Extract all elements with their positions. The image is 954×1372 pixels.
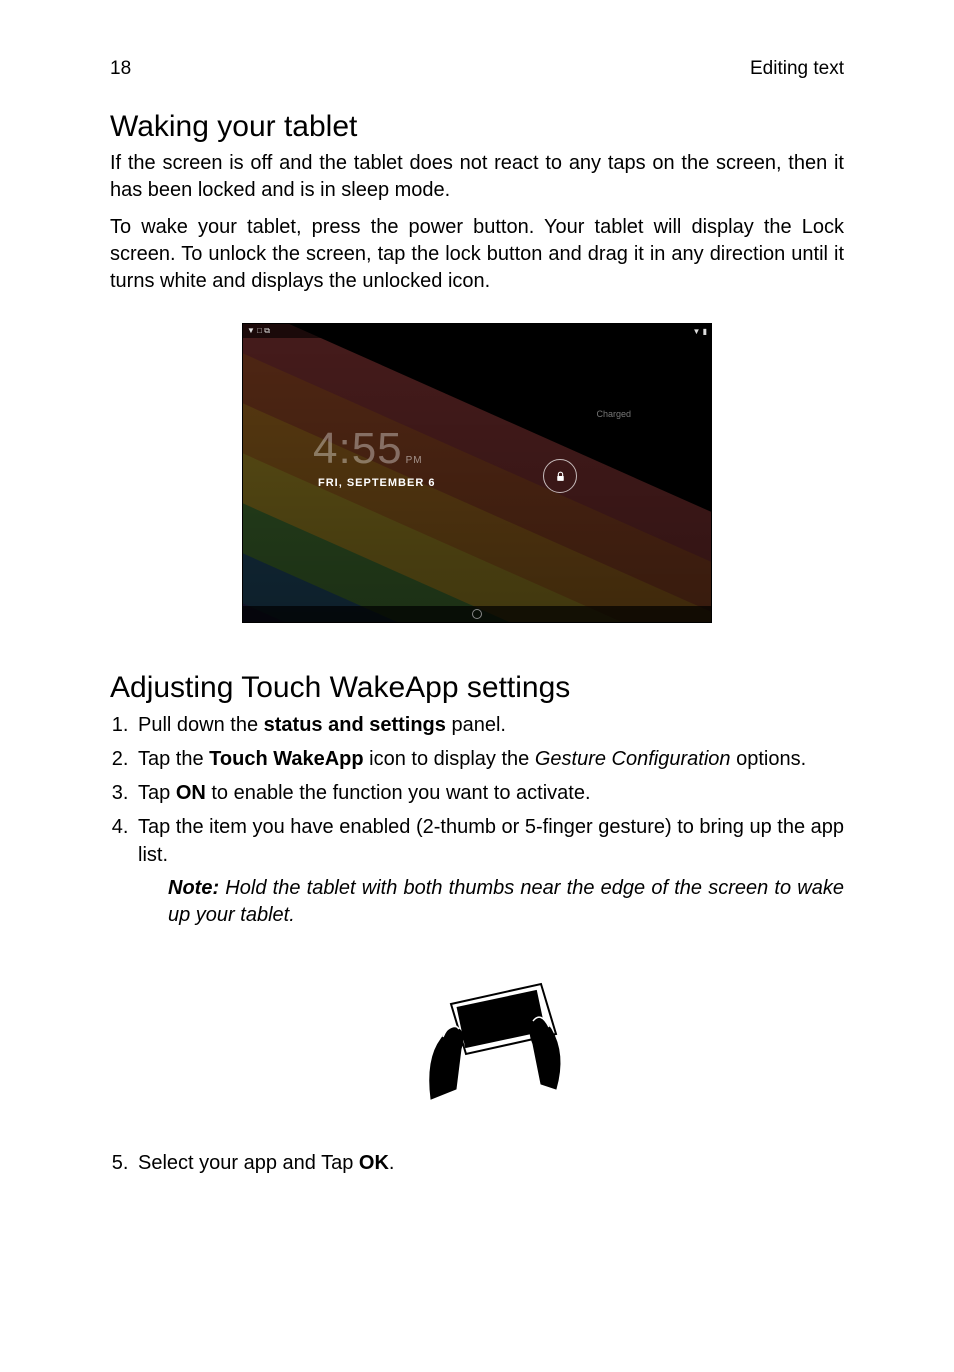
step-bold: status and settings: [264, 714, 446, 736]
step-text: panel.: [446, 714, 506, 736]
step-text: to enable the function you want to activ…: [206, 782, 591, 804]
step-italic: Gesture Configuration: [535, 748, 731, 770]
page-number: 18: [110, 58, 131, 80]
note-block: Note: Hold the tablet with both thumbs n…: [168, 875, 844, 929]
lockscreen: ▼ □ ⧉ ▼ ▮ 4:55PM FRI, SEPTEMBER 6 Charge…: [242, 323, 712, 623]
step-bold: ON: [176, 782, 206, 804]
time-value: 4:55: [313, 424, 403, 473]
step-text: Tap the: [138, 748, 209, 770]
step-bold: Touch WakeApp: [209, 748, 363, 770]
camera-icon[interactable]: [472, 609, 482, 619]
two-thumb-gesture-icon: [401, 959, 581, 1109]
lockscreen-date: FRI, SEPTEMBER 6: [318, 477, 435, 489]
step-text: Tap: [138, 782, 176, 804]
hands-figure: [138, 959, 844, 1109]
lockscreen-time: 4:55PM: [313, 424, 423, 474]
lockscreen-figure: ▼ □ ⧉ ▼ ▮ 4:55PM FRI, SEPTEMBER 6 Charge…: [110, 323, 844, 623]
steps-list: Pull down the status and settings panel.…: [110, 711, 844, 1177]
step-text: Select your app and Tap: [138, 1152, 359, 1174]
step-1: Pull down the status and settings panel.: [134, 711, 844, 739]
note-label: Note:: [168, 877, 219, 899]
page-header: 18 Editing text: [110, 58, 844, 80]
step-text: .: [389, 1152, 395, 1174]
step-5: Select your app and Tap OK.: [134, 1149, 844, 1177]
note-text: Hold the tablet with both thumbs near th…: [168, 877, 844, 926]
step-text: Tap the item you have enabled (2-thumb o…: [138, 816, 844, 866]
step-text: Pull down the: [138, 714, 264, 736]
step-text: icon to display the: [364, 748, 535, 770]
status-bar: ▼ □ ⧉ ▼ ▮: [243, 324, 711, 338]
header-section-label: Editing text: [750, 58, 844, 80]
section1-p2: To wake your tablet, press the power but…: [110, 214, 844, 295]
status-left-icons: ▼ □ ⧉: [247, 326, 270, 336]
step-2: Tap the Touch WakeApp icon to display th…: [134, 745, 844, 773]
section1-p1: If the screen is off and the tablet does…: [110, 150, 844, 204]
time-ampm: PM: [406, 455, 423, 466]
step-bold: OK: [359, 1152, 389, 1174]
section-heading-waking: Waking your tablet: [110, 110, 844, 144]
nav-bar: [243, 606, 711, 622]
section-heading-adjusting: Adjusting Touch WakeApp settings: [110, 671, 844, 705]
lock-button[interactable]: [543, 459, 577, 493]
lock-icon: [554, 470, 567, 483]
step-3: Tap ON to enable the function you want t…: [134, 779, 844, 807]
lockscreen-charged-label: Charged: [596, 409, 631, 419]
step-text: options.: [731, 748, 807, 770]
step-4: Tap the item you have enabled (2-thumb o…: [134, 813, 844, 1109]
status-right-icons: ▼ ▮: [692, 327, 707, 336]
